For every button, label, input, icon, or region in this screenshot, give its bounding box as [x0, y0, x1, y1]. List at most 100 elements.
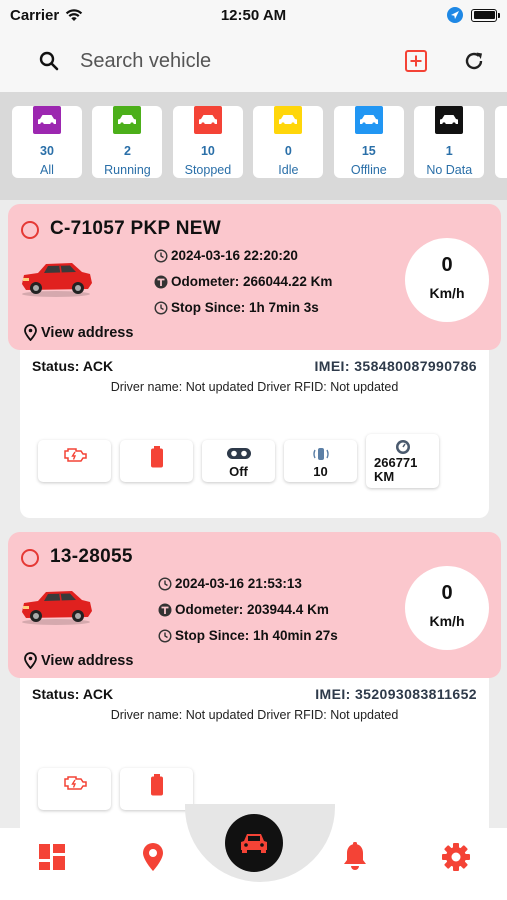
odometer-sensor-value: 266771: [374, 455, 418, 470]
ac-value: Off: [229, 464, 248, 479]
filter-count: 30: [40, 144, 54, 158]
engine-icon: [63, 776, 87, 790]
nav-settings[interactable]: [441, 842, 471, 872]
car-icon: [241, 834, 267, 853]
filter-label: Idle: [278, 163, 299, 177]
filter-label: Running: [104, 163, 151, 177]
status-text: Status: ACK: [32, 686, 114, 702]
vehicle-plate: 13-28055: [50, 546, 133, 567]
car-icon: [435, 106, 464, 134]
vehicle-card[interactable]: C-71057 PKP NEW 2024-03-16 22:20:20 Odom…: [8, 204, 501, 518]
engine-sensor[interactable]: [38, 440, 111, 482]
signal-value: 10: [313, 464, 328, 479]
stop-since-row: Stop Since: 1h 7min 3s: [154, 300, 319, 315]
driver-info: Driver name: Not updated Driver RFID: No…: [110, 380, 399, 394]
filter-label: Ex: [495, 163, 507, 177]
search-bar: [0, 30, 507, 92]
nav-notifications[interactable]: [340, 842, 370, 872]
location-arrow-icon: [447, 7, 463, 23]
imei-text: IMEI: 358480087990786: [314, 358, 477, 374]
imei-text: IMEI: 352093083811652: [315, 686, 477, 702]
signal-sensor[interactable]: 10: [284, 440, 357, 482]
ac-icon: [226, 448, 251, 459]
filter-no-data[interactable]: 1 No Data: [414, 106, 485, 178]
car-icon: [33, 106, 61, 134]
sensor-row: [38, 768, 193, 810]
filter-count: 15: [361, 144, 376, 158]
speed-gauge: 0 Km/h: [405, 238, 489, 322]
vehicle-card-header[interactable]: C-71057 PKP NEW 2024-03-16 22:20:20 Odom…: [8, 204, 501, 350]
wifi-icon: [66, 9, 83, 21]
battery-sensor[interactable]: [120, 768, 193, 810]
car-icon: [113, 106, 142, 134]
vehicle-card[interactable]: 13-28055 2024-03-16 21:53:13 Odometer: 2…: [8, 532, 501, 828]
status-bar: Carrier 12:50 AM: [0, 0, 507, 30]
filter-all[interactable]: 30 All: [12, 106, 82, 178]
filter-label: Stopped: [184, 163, 232, 177]
bottom-navigation: [0, 804, 507, 900]
view-address-link[interactable]: View address: [24, 324, 133, 341]
battery-sensor[interactable]: [120, 440, 193, 482]
select-radio[interactable]: [21, 221, 39, 239]
vehicle-plate: C-71057 PKP NEW: [50, 218, 221, 239]
carrier-label: Carrier: [10, 6, 60, 24]
car-icon: [193, 106, 222, 134]
filter-label: Offline: [350, 163, 387, 177]
last-update-row: 2024-03-16 21:53:13: [158, 576, 302, 591]
filter-count: 0: [284, 144, 292, 158]
odometer-icon: [154, 275, 168, 288]
red-car-image: [22, 591, 92, 625]
search-input[interactable]: [80, 49, 373, 73]
odometer-sensor-unit: KM: [374, 469, 395, 484]
status-filter-bar: 30 All 2 Running 10 Stopped 0 Idle 15 Of…: [0, 92, 507, 200]
view-address-label: View address: [41, 652, 134, 669]
odometer-value: Odometer: 203944.4 Km: [175, 602, 329, 617]
add-vehicle-button[interactable]: [401, 46, 431, 76]
nav-dashboard[interactable]: [37, 842, 67, 872]
filter-stopped[interactable]: 10 Stopped: [172, 106, 243, 178]
bell-icon: [344, 842, 366, 870]
odometer-row: Odometer: 203944.4 Km: [158, 602, 329, 617]
nav-map[interactable]: [138, 842, 168, 872]
filter-expired[interactable]: Ex: [494, 106, 507, 178]
filter-label: All: [40, 163, 54, 177]
refresh-button[interactable]: [459, 46, 489, 76]
filter-count: 10: [200, 144, 215, 158]
filter-idle[interactable]: 0 Idle: [253, 106, 324, 178]
vehicle-card-header[interactable]: 13-28055 2024-03-16 21:53:13 Odometer: 2…: [8, 532, 501, 678]
battery-icon: [150, 446, 163, 468]
driver-info: Driver name: Not updated Driver RFID: No…: [110, 708, 399, 722]
refresh-icon: [465, 52, 483, 70]
speed-unit: Km/h: [429, 613, 465, 629]
add-square-icon: [405, 50, 427, 72]
gps-signal-icon: [312, 448, 329, 460]
speed-unit: Km/h: [429, 285, 465, 301]
vehicle-list: C-71057 PKP NEW 2024-03-16 22:20:20 Odom…: [0, 200, 507, 828]
odometer-icon: [158, 603, 172, 616]
odometer-value: Odometer: 266044.22 Km: [171, 274, 333, 289]
battery-icon: [471, 8, 500, 22]
ac-sensor[interactable]: Off: [202, 440, 275, 482]
last-update-time: 2024-03-16 21:53:13: [175, 576, 302, 591]
odometer-sensor[interactable]: 266771 KM: [366, 434, 439, 488]
clock-icon: [158, 628, 172, 643]
filter-count: [495, 144, 507, 158]
map-pin-icon: [24, 652, 37, 669]
filter-running[interactable]: 2 Running: [92, 106, 163, 178]
odometer-row: Odometer: 266044.22 Km: [154, 274, 332, 289]
last-update-row: 2024-03-16 22:20:20: [154, 248, 298, 263]
clock-icon: [158, 576, 172, 591]
select-radio[interactable]: [21, 549, 39, 567]
red-car-image: [22, 263, 92, 297]
view-address-link[interactable]: View address: [24, 652, 133, 669]
search-icon: [39, 51, 59, 71]
clock-icon: [154, 300, 168, 315]
filter-count: 1: [445, 144, 453, 158]
filter-offline[interactable]: 15 Offline: [333, 106, 404, 178]
nav-vehicles[interactable]: [225, 814, 283, 872]
engine-sensor[interactable]: [38, 768, 111, 810]
clock-icon: [154, 248, 168, 263]
engine-icon: [63, 448, 87, 462]
stop-since-row: Stop Since: 1h 40min 27s: [158, 628, 338, 643]
view-address-label: View address: [41, 324, 134, 341]
